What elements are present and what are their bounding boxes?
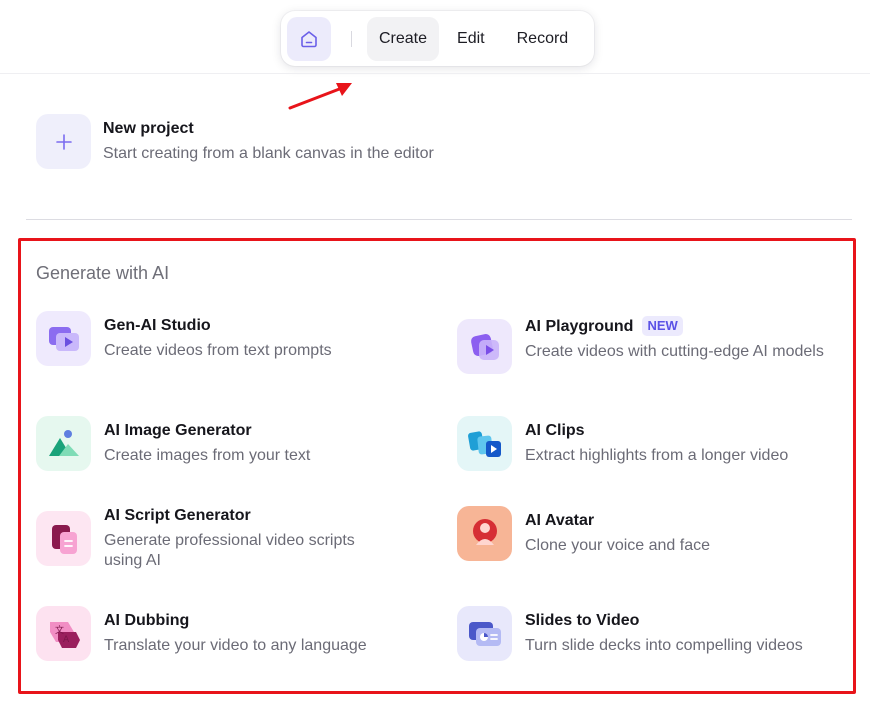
ai-playground-button[interactable]: AI Playground NEW Create videos with cutt… (457, 311, 845, 374)
section-divider (26, 219, 852, 220)
tab-record[interactable]: Record (505, 17, 581, 61)
video-play-icon (48, 326, 79, 351)
tab-create[interactable]: Create (367, 16, 440, 61)
ai-dubbing-title: AI Dubbing (104, 612, 190, 629)
ai-avatar-tile (457, 506, 512, 561)
script-icon (51, 524, 77, 554)
ai-avatar-button[interactable]: AI Avatar Clone your voice and face (457, 506, 845, 561)
new-project-title: New project (103, 120, 194, 137)
ai-playground-description: Create videos with cutting-edge AI model… (525, 343, 824, 360)
top-nav: Create Edit Record (281, 11, 594, 66)
ai-clips-title: AI Clips (525, 422, 585, 439)
ai-script-generator-description: Generate professional video scripts usin… (104, 532, 355, 569)
gen-ai-studio-title: Gen-AI Studio (104, 317, 211, 334)
ai-image-generator-description: Create images from your text (104, 447, 311, 464)
home-icon (301, 30, 317, 47)
annotation-arrow-icon (288, 83, 352, 110)
ai-playground-tile (457, 319, 512, 374)
nav-separator (351, 30, 352, 47)
image-generator-icon (48, 429, 79, 456)
tab-edit[interactable]: Edit (445, 17, 497, 61)
ai-clips-description: Extract highlights from a longer video (525, 447, 789, 464)
ai-dubbing-description: Translate your video to any language (104, 637, 367, 654)
ai-dubbing-tile: 文 A (36, 606, 91, 661)
slides-to-video-button[interactable]: Slides to Video Turn slide decks into co… (457, 606, 845, 661)
ai-clips-button[interactable]: AI Clips Extract highlights from a longe… (457, 416, 845, 471)
section-title: Generate with AI (36, 263, 170, 283)
home-button[interactable] (287, 16, 331, 61)
new-badge: NEW (642, 316, 683, 336)
slides-to-video-title: Slides to Video (525, 612, 640, 629)
translate-icon: 文 A (49, 621, 80, 648)
header-divider (0, 73, 870, 74)
ai-script-generator-tile (36, 511, 91, 566)
avatar-icon (472, 518, 497, 545)
gen-ai-studio-description: Create videos from text prompts (104, 342, 332, 359)
gen-ai-studio-button[interactable]: Gen-AI Studio Create videos from text pr… (36, 311, 424, 366)
clips-icon (467, 430, 501, 457)
new-project-description: Start creating from a blank canvas in th… (103, 145, 434, 162)
svg-text:A: A (63, 635, 70, 645)
ai-playground-title: AI Playground (525, 318, 634, 335)
ai-image-generator-tile (36, 416, 91, 471)
plus-icon (55, 133, 72, 150)
slides-to-video-tile (457, 606, 512, 661)
playground-icon (470, 333, 499, 360)
slides-icon (468, 621, 501, 646)
ai-avatar-title: AI Avatar (525, 512, 595, 529)
gen-ai-studio-tile (36, 311, 91, 366)
ai-dubbing-button[interactable]: 文 A AI Dubbing Translate your video to a… (36, 606, 424, 661)
ai-script-generator-title: AI Script Generator (104, 507, 251, 524)
slides-to-video-description: Turn slide decks into compelling videos (525, 637, 803, 654)
ai-image-generator-title: AI Image Generator (104, 422, 252, 439)
ai-image-generator-button[interactable]: AI Image Generator Create images from yo… (36, 416, 424, 471)
ai-avatar-description: Clone your voice and face (525, 537, 710, 554)
new-project-button[interactable]: New project Start creating from a blank … (36, 114, 434, 169)
ai-clips-tile (457, 416, 512, 471)
new-project-tile (36, 114, 91, 169)
ai-script-generator-button[interactable]: AI Script Generator Generate professiona… (36, 501, 424, 571)
